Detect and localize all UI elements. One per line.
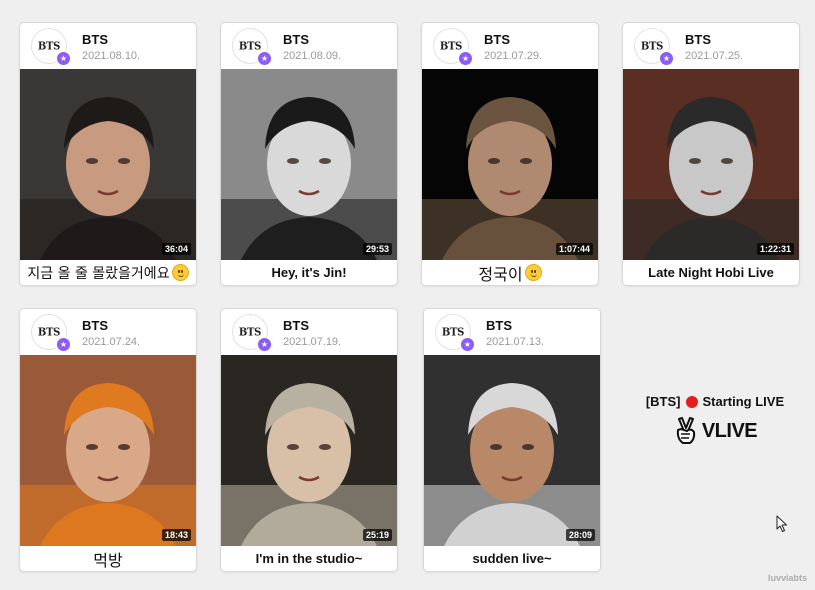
video-card[interactable]: BTS ★ BTS 2021.07.29. 1:07:44 정국이: [422, 23, 598, 285]
card-header: BTS ★ BTS 2021.07.19.: [221, 309, 397, 355]
verified-badge-icon: ★: [56, 51, 71, 66]
avatar-logo-text: BTS: [238, 325, 262, 339]
post-date: 2021.08.09.: [283, 50, 342, 62]
post-date: 2021.07.25.: [685, 50, 744, 62]
video-thumbnail[interactable]: 18:43: [20, 355, 196, 546]
avatar-logo-text: BTS: [37, 325, 61, 339]
verified-badge-icon: ★: [458, 51, 473, 66]
video-title-text: Hey, it's Jin!: [271, 265, 347, 280]
channel-name[interactable]: BTS: [283, 318, 309, 333]
avatar[interactable]: BTS ★: [31, 28, 71, 66]
thumbnail-image: [422, 69, 598, 260]
video-title-text: 정국이: [478, 264, 523, 284]
post-date: 2021.07.13.: [486, 336, 545, 348]
avatar-logo-text: BTS: [439, 39, 463, 53]
avatar[interactable]: BTS ★: [31, 314, 71, 352]
post-date: 2021.07.24.: [82, 336, 141, 348]
mouse-cursor-icon: [776, 515, 787, 532]
vlive-logo: VLIVE: [625, 417, 805, 445]
v-hand-icon: [676, 417, 695, 444]
avatar-logo-text: BTS: [640, 39, 664, 53]
card-header: BTS ★ BTS 2021.07.29.: [422, 23, 598, 69]
verified-badge-icon: ★: [257, 337, 272, 352]
smile-emoji-icon: [171, 264, 189, 281]
avatar[interactable]: BTS ★: [634, 28, 674, 66]
video-title-text: I'm in the studio~: [255, 551, 363, 566]
video-thumbnail[interactable]: 29:53: [221, 69, 397, 260]
channel-name[interactable]: BTS: [484, 32, 510, 47]
thumbnail-image: [221, 69, 397, 260]
video-thumbnail[interactable]: 36:04: [20, 69, 196, 260]
video-duration: 1:22:31: [756, 243, 794, 255]
avatar-logo-text: BTS: [441, 325, 465, 339]
video-card[interactable]: BTS ★ BTS 2021.07.24. 18:43 먹방: [20, 309, 196, 571]
video-title[interactable]: sudden live~: [424, 546, 600, 571]
channel-name[interactable]: BTS: [685, 32, 711, 47]
video-title[interactable]: I'm in the studio~: [221, 546, 397, 571]
avatar[interactable]: BTS ★: [232, 314, 272, 352]
post-date: 2021.07.19.: [283, 336, 342, 348]
smile-emoji-icon: [524, 264, 542, 281]
video-duration: 25:19: [362, 529, 392, 541]
video-card[interactable]: BTS ★ BTS 2021.07.13. 28:09 sudden live~: [424, 309, 600, 571]
live-notice: [BTS] Starting LIVE VLIVE: [625, 394, 805, 445]
video-title[interactable]: 지금 올 줄 몰랐을거에요: [20, 260, 196, 285]
video-title-text: 지금 올 줄 몰랐을거에요: [27, 265, 170, 282]
video-duration: 36:04: [161, 243, 191, 255]
post-date: 2021.08.10.: [82, 50, 141, 62]
video-card[interactable]: BTS ★ BTS 2021.08.10. 36:04 지금 올 줄 몰랐을거에…: [20, 23, 196, 285]
post-date: 2021.07.29.: [484, 50, 543, 62]
thumbnail-image: [221, 355, 397, 546]
channel-name[interactable]: BTS: [82, 32, 108, 47]
verified-badge-icon: ★: [460, 337, 475, 352]
thumbnail-image: [20, 69, 196, 260]
thumbnail-image: [623, 69, 799, 260]
live-status-text: Starting LIVE: [702, 394, 785, 409]
video-title-text: 먹방: [93, 550, 123, 570]
card-header: BTS ★ BTS 2021.07.13.: [424, 309, 600, 355]
live-channel-prefix: [BTS]: [645, 394, 681, 409]
avatar-logo-text: BTS: [238, 39, 262, 53]
video-thumbnail[interactable]: 1:07:44: [422, 69, 598, 260]
thumbnail-image: [424, 355, 600, 546]
video-title[interactable]: 정국이: [422, 260, 598, 285]
video-thumbnail[interactable]: 1:22:31: [623, 69, 799, 260]
avatar[interactable]: BTS ★: [433, 28, 473, 66]
avatar[interactable]: BTS ★: [435, 314, 475, 352]
video-duration: 18:43: [161, 529, 191, 541]
video-duration: 1:07:44: [555, 243, 593, 255]
video-card[interactable]: BTS ★ BTS 2021.07.25. 1:22:31 Late Night…: [623, 23, 799, 285]
thumbnail-image: [20, 355, 196, 546]
video-thumbnail[interactable]: 28:09: [424, 355, 600, 546]
video-duration: 28:09: [565, 529, 595, 541]
channel-name[interactable]: BTS: [283, 32, 309, 47]
video-title-text: sudden live~: [472, 551, 552, 566]
vlive-brand: VLIVE: [701, 419, 758, 442]
card-header: BTS ★ BTS 2021.08.09.: [221, 23, 397, 69]
verified-badge-icon: ★: [56, 337, 71, 352]
avatar[interactable]: BTS ★: [232, 28, 272, 66]
avatar-logo-text: BTS: [37, 39, 61, 53]
card-header: BTS ★ BTS 2021.07.25.: [623, 23, 799, 69]
video-card[interactable]: BTS ★ BTS 2021.08.09. 29:53 Hey, it's Ji…: [221, 23, 397, 285]
video-title[interactable]: 먹방: [20, 546, 196, 571]
verified-badge-icon: ★: [659, 51, 674, 66]
watermark: luvviabts: [767, 573, 807, 583]
video-title[interactable]: Hey, it's Jin!: [221, 260, 397, 285]
channel-name[interactable]: BTS: [486, 318, 512, 333]
card-header: BTS ★ BTS 2021.07.24.: [20, 309, 196, 355]
card-header: BTS ★ BTS 2021.08.10.: [20, 23, 196, 69]
video-title-text: Late Night Hobi Live: [648, 265, 774, 280]
video-duration: 29:53: [362, 243, 392, 255]
video-thumbnail[interactable]: 25:19: [221, 355, 397, 546]
channel-name[interactable]: BTS: [82, 318, 108, 333]
live-dot-icon: [685, 395, 698, 408]
video-card[interactable]: BTS ★ BTS 2021.07.19. 25:19 I'm in the s…: [221, 309, 397, 571]
live-status-line: [BTS] Starting LIVE: [625, 394, 805, 409]
video-title[interactable]: Late Night Hobi Live: [623, 260, 799, 285]
verified-badge-icon: ★: [257, 51, 272, 66]
